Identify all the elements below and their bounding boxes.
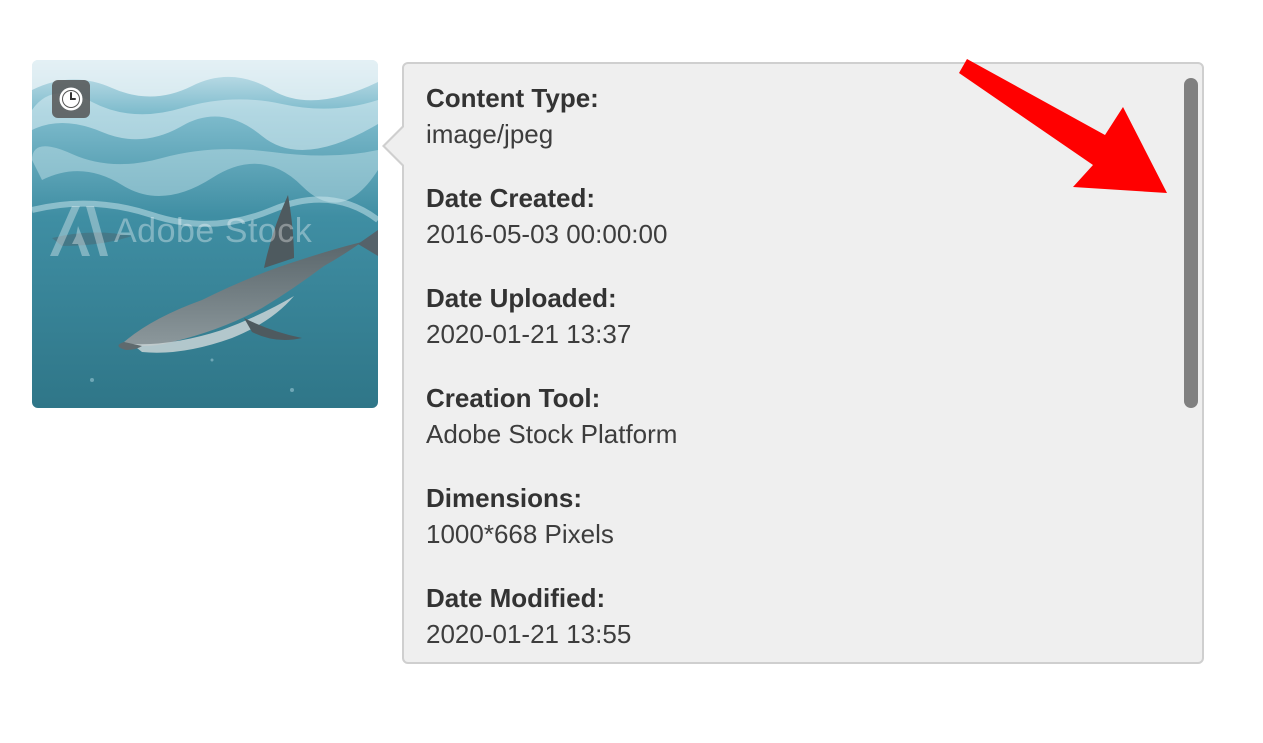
field-label: Date Uploaded:: [426, 283, 617, 313]
field-label: Date Modified:: [426, 583, 606, 613]
metadata-field-date-modified: Date Modified: 2020-01-21 13:55: [426, 580, 1162, 680]
metadata-field-dimensions: Dimensions: 1000*668 Pixels: [426, 480, 1162, 580]
scrollbar-thumb[interactable]: [1184, 78, 1198, 408]
field-value: 2020-01-21 13:37: [426, 319, 632, 349]
field-value: 2016-05-03 00:00:00: [426, 219, 668, 249]
field-value: 2020-01-21 13:55: [426, 619, 632, 649]
stage: Adobe Stock Content Type: image/jpeg Dat…: [0, 0, 1263, 743]
stock-watermark: Adobe Stock: [50, 206, 378, 256]
watermark-text: Adobe Stock: [114, 211, 313, 250]
image-thumbnail[interactable]: Adobe Stock: [32, 60, 378, 408]
popover-pointer-fill: [385, 126, 405, 166]
adobe-logo-icon: [50, 206, 108, 256]
field-label: Creation Tool:: [426, 383, 601, 413]
field-value: Adobe Stock Platform: [426, 419, 678, 449]
vertical-scrollbar[interactable]: [1184, 78, 1198, 408]
red-arrow-annotation: [959, 59, 1167, 193]
metadata-field-date-uploaded: Date Uploaded: 2020-01-21 13:37: [426, 280, 1162, 380]
clock-icon[interactable]: [52, 80, 90, 118]
metadata-field-creation-tool: Creation Tool: Adobe Stock Platform: [426, 380, 1162, 480]
field-value: 1000*668 Pixels: [426, 519, 614, 549]
field-label: Dimensions:: [426, 483, 583, 513]
